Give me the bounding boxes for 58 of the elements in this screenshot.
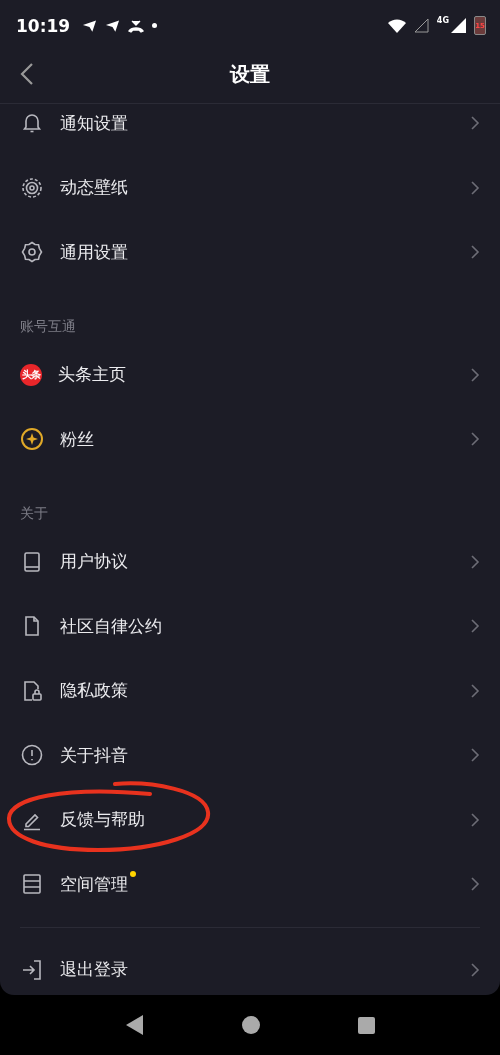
- settings-row[interactable]: 关于抖音: [0, 723, 500, 788]
- page-title: 设置: [230, 60, 270, 88]
- settings-row[interactable]: 通知设置: [0, 104, 500, 156]
- settings-row[interactable]: 隐私政策: [0, 658, 500, 723]
- recents-nav-icon[interactable]: [357, 1016, 375, 1034]
- chevron-icon: [470, 366, 480, 383]
- settings-row[interactable]: 社区自律公约: [0, 594, 500, 659]
- chevron-icon: [470, 244, 480, 261]
- storage-icon: [20, 872, 44, 897]
- row-label: 社区自律公约: [60, 614, 162, 638]
- row-label: 通知设置: [60, 111, 128, 135]
- chevron-icon: [470, 179, 480, 196]
- send-icon: [82, 18, 98, 33]
- row-label: 隐私政策: [60, 679, 128, 703]
- app-logo: 头条: [20, 363, 42, 386]
- settings-row[interactable]: 粉丝: [0, 407, 500, 472]
- signal-icon: [451, 18, 466, 33]
- chevron-icon: [470, 747, 480, 764]
- send-icon: [105, 18, 121, 33]
- row-label: 反馈与帮助: [60, 808, 145, 832]
- dot-icon: [152, 23, 158, 28]
- settings-row[interactable]: 退出登录: [0, 937, 500, 995]
- row-label: 空间管理: [60, 872, 128, 896]
- chevron-icon: [470, 431, 480, 448]
- settings-row[interactable]: 用户协议: [0, 529, 500, 594]
- missed-call-icon: [128, 18, 145, 33]
- chevron-icon: [470, 115, 480, 132]
- settings-row[interactable]: 动态壁纸: [0, 155, 500, 220]
- row-label: 通用设置: [60, 240, 128, 264]
- signal-icon: [413, 18, 429, 33]
- alert-circle-icon: [20, 743, 44, 768]
- row-label: 头条主页: [58, 363, 126, 387]
- row-label: 退出登录: [60, 958, 128, 982]
- settings-row[interactable]: 反馈与帮助: [0, 787, 500, 852]
- chevron-icon: [470, 553, 480, 570]
- row-label: 关于抖音: [60, 743, 128, 767]
- settings-row[interactable]: 空间管理: [0, 852, 500, 917]
- chevron-icon: [470, 876, 480, 893]
- star-badge-icon: [20, 427, 44, 452]
- settings-row[interactable]: 头条 头条主页: [0, 342, 500, 407]
- logout-icon: [20, 957, 44, 982]
- settings-row[interactable]: 通用设置: [0, 220, 500, 285]
- row-label: 用户协议: [60, 550, 128, 574]
- back-nav-icon[interactable]: [125, 1015, 144, 1035]
- status-time: 10:19: [16, 15, 71, 36]
- wifi-icon: [387, 18, 406, 33]
- settings-icon: [20, 240, 44, 265]
- chevron-icon: [470, 682, 480, 699]
- section-title: 关于: [19, 503, 49, 523]
- row-label: 粉丝: [60, 427, 94, 451]
- section-title: 账号互通: [19, 316, 77, 336]
- network-type: 4G: [436, 16, 449, 25]
- row-label: 动态壁纸: [60, 176, 128, 200]
- home-nav-icon[interactable]: [241, 1016, 260, 1034]
- chevron-icon: [470, 618, 480, 635]
- dotted-circle-icon: [20, 175, 44, 200]
- chevron-icon: [470, 811, 480, 828]
- chevron-icon: [470, 961, 480, 978]
